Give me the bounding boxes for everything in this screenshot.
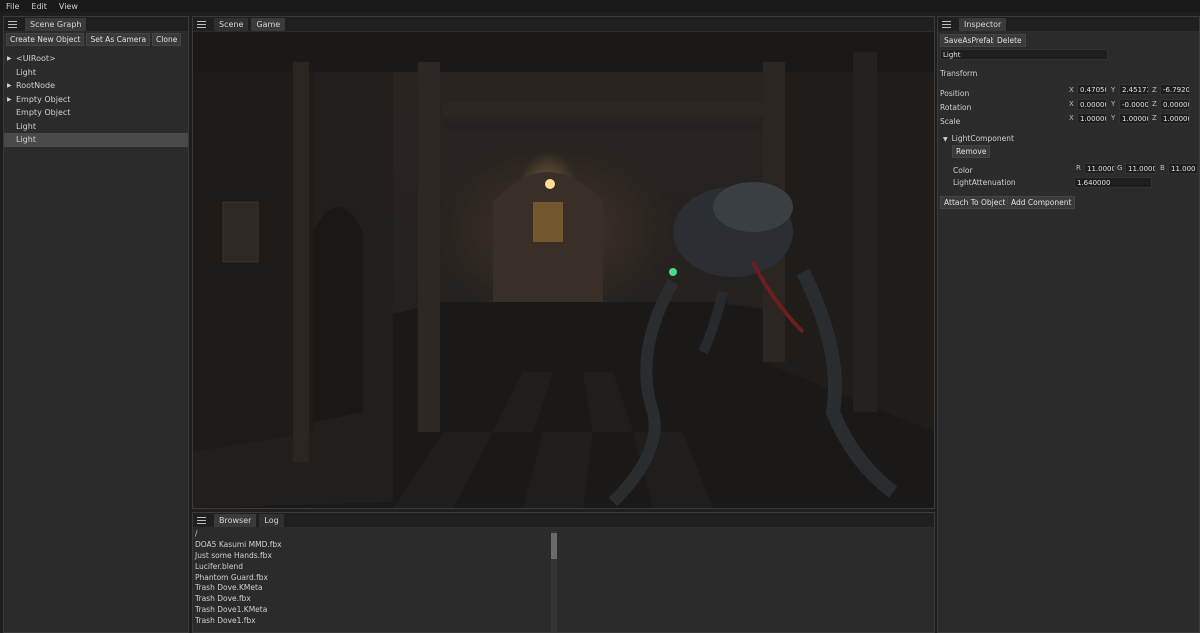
rotation-label: Rotation	[940, 103, 972, 112]
list-item[interactable]: Phantom Guard.fbx	[193, 573, 551, 584]
viewport-header: Scene Game	[193, 17, 934, 31]
collapse-arrow-icon[interactable]: ▼	[943, 136, 948, 143]
color-label: Color	[953, 166, 973, 175]
axis-x-label: X	[1069, 86, 1074, 94]
light-attenuation-field[interactable]: 1.640000	[1074, 177, 1152, 188]
list-item[interactable]: Trash Dove.KMeta	[193, 583, 551, 594]
delete-button[interactable]: Delete	[993, 34, 1026, 47]
save-as-prefab-button[interactable]: SaveAsPrefab	[940, 34, 1000, 47]
scene-tree: ▶ <UIRoot> Light ▶ RootNode ▶ Empty Object …	[4, 52, 188, 147]
axis-x-label: X	[1069, 114, 1074, 122]
list-item[interactable]: Just some Hands.fbx	[193, 551, 551, 562]
tree-item[interactable]: ▶ <UIRoot>	[4, 52, 188, 66]
clone-button[interactable]: Clone	[152, 33, 182, 46]
set-as-camera-button[interactable]: Set As Camera	[86, 33, 151, 46]
game-view[interactable]	[193, 32, 934, 508]
menu-edit[interactable]: Edit	[31, 2, 47, 11]
browser-panel: Browser Log / DOA5 Kasumi MMD.fbx Just s…	[192, 512, 935, 633]
tree-item[interactable]: ▶ RootNode	[4, 79, 188, 93]
axis-z-label: Z	[1152, 86, 1157, 94]
tree-item[interactable]: ▶ Empty Object	[4, 93, 188, 107]
axis-x-label: X	[1069, 100, 1074, 108]
list-item[interactable]: Trash Dove1.fbx	[193, 616, 551, 627]
axis-z-label: Z	[1152, 100, 1157, 108]
scene-graph-header: Scene Graph	[4, 17, 188, 31]
rotation-x-field[interactable]: 0.00000	[1077, 99, 1107, 110]
path-item[interactable]: /	[193, 529, 551, 540]
menu-bar: File Edit View	[0, 0, 1200, 12]
light-component-header[interactable]: ▼ LightComponent	[943, 134, 1014, 143]
color-b-label: B	[1160, 164, 1165, 172]
inspector-panel: Inspector SaveAsPrefab Delete Light Tran…	[937, 16, 1200, 633]
tree-item[interactable]: Light	[4, 120, 188, 134]
tab-browser[interactable]: Browser	[214, 513, 257, 527]
file-list: / DOA5 Kasumi MMD.fbx Just some Hands.fb…	[193, 529, 551, 633]
remove-component-button[interactable]: Remove	[952, 145, 991, 158]
menu-view[interactable]: View	[59, 2, 78, 11]
axis-y-label: Y	[1111, 100, 1116, 108]
tab-scene-graph[interactable]: Scene Graph	[25, 17, 87, 31]
list-item[interactable]: Trash Dove1.KMeta	[193, 605, 551, 616]
color-g-field[interactable]: 11.0000	[1125, 163, 1156, 174]
viewport-panel: Scene Game	[192, 16, 935, 509]
scene-graph-toolbar: Create New Object Set As Camera Clone	[4, 31, 188, 48]
game-scene-render	[193, 32, 934, 508]
tab-game[interactable]: Game	[251, 17, 286, 31]
tab-inspector[interactable]: Inspector	[959, 17, 1007, 31]
hamburger-menu-icon[interactable]	[942, 20, 951, 28]
color-r-label: R	[1076, 164, 1081, 172]
scale-y-field[interactable]: 1.00000	[1119, 113, 1149, 124]
object-name-field[interactable]: Light	[940, 49, 1108, 60]
tree-item[interactable]: Empty Object	[4, 106, 188, 120]
tab-log[interactable]: Log	[259, 513, 284, 527]
attach-to-object-button[interactable]: Attach To Object	[940, 196, 1010, 209]
transform-label: Transform	[940, 69, 978, 78]
rotation-z-field[interactable]: 0.00000	[1160, 99, 1190, 110]
scale-z-field[interactable]: 1.00000	[1160, 113, 1190, 124]
light-attenuation-label: LightAttenuation	[953, 178, 1016, 187]
list-item[interactable]: Lucifer.blend	[193, 562, 551, 573]
position-x-field[interactable]: 0.47050	[1077, 84, 1107, 95]
rotation-y-field[interactable]: -0.0000	[1119, 99, 1149, 110]
axis-z-label: Z	[1152, 114, 1157, 122]
expand-arrow-icon[interactable]: ▶	[7, 52, 12, 66]
tree-item-selected[interactable]: Light	[4, 133, 188, 147]
hamburger-menu-icon[interactable]	[8, 20, 17, 28]
menu-file[interactable]: File	[6, 2, 19, 11]
hamburger-menu-icon[interactable]	[197, 516, 206, 524]
scale-label: Scale	[940, 117, 961, 126]
file-list-scrollbar[interactable]	[551, 531, 557, 632]
scene-graph-panel: Scene Graph Create New Object Set As Cam…	[3, 16, 189, 633]
scale-x-field[interactable]: 1.00000	[1077, 113, 1107, 124]
position-label: Position	[940, 89, 970, 98]
list-item[interactable]: DOA5 Kasumi MMD.fbx	[193, 540, 551, 551]
color-b-field[interactable]: 11.000	[1168, 163, 1198, 174]
scrollbar-thumb[interactable]	[551, 533, 557, 559]
inspector-header: Inspector	[938, 17, 1199, 31]
create-new-object-button[interactable]: Create New Object	[6, 33, 85, 46]
color-g-label: G	[1117, 164, 1123, 172]
color-r-field[interactable]: 11.0000	[1084, 163, 1115, 174]
tree-item[interactable]: Light	[4, 66, 188, 80]
tab-scene[interactable]: Scene	[214, 17, 249, 31]
add-component-button[interactable]: Add Component	[1007, 196, 1076, 209]
browser-header: Browser Log	[193, 513, 934, 527]
axis-y-label: Y	[1111, 86, 1116, 94]
position-y-field[interactable]: 2.45173	[1119, 84, 1149, 95]
expand-arrow-icon[interactable]: ▶	[7, 93, 12, 107]
axis-y-label: Y	[1111, 114, 1116, 122]
position-z-field[interactable]: -6.7920	[1160, 84, 1190, 95]
hamburger-menu-icon[interactable]	[197, 20, 206, 28]
list-item[interactable]: Trash Dove.fbx	[193, 594, 551, 605]
expand-arrow-icon[interactable]: ▶	[7, 79, 12, 93]
